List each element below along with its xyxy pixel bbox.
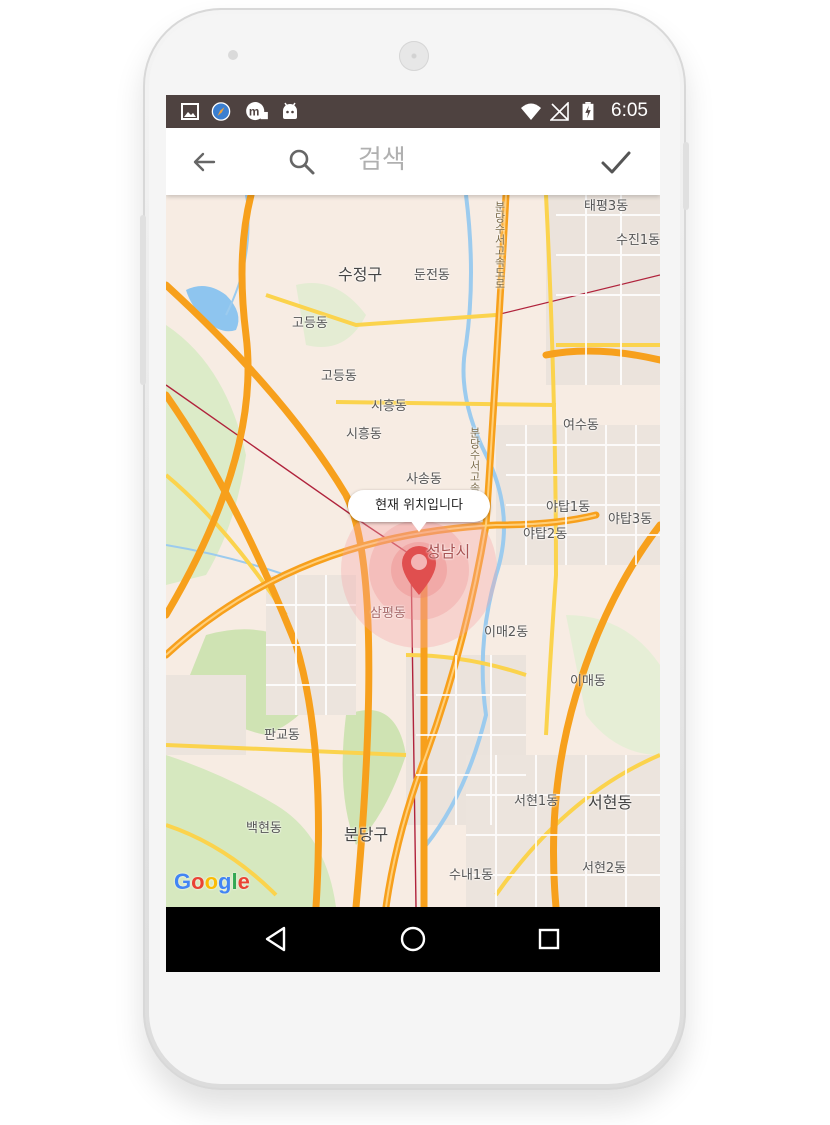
map-label: 시흥동: [346, 427, 382, 442]
map-label: 이매동: [570, 674, 606, 689]
map-label: 판교동: [264, 728, 300, 743]
back-triangle-icon[interactable]: [260, 923, 292, 955]
map-view[interactable]: 태평3동 수진1동 수정구 둔전동 고등동 고등동 시흥동 시흥동 여수동 사송…: [166, 195, 660, 907]
front-camera: [228, 50, 238, 60]
battery-charging-icon: [582, 102, 594, 121]
map-label: 이매2동: [484, 625, 529, 640]
road-label: 분당수서고속도로: [493, 201, 506, 289]
map-label: 여수동: [563, 418, 599, 433]
map-label: 고등동: [292, 316, 328, 331]
map-label: 삼평동: [370, 606, 406, 621]
map-label: 분당구: [344, 825, 389, 844]
map-label: 시흥동: [371, 399, 407, 414]
no-signal-icon: [550, 102, 569, 121]
recents-square-icon[interactable]: [533, 923, 565, 955]
home-circle-icon[interactable]: [397, 923, 429, 955]
compass-icon: [211, 102, 231, 121]
map-label: 야탑2동: [523, 527, 568, 542]
power-button: [140, 215, 146, 385]
system-nav-bar: [166, 907, 660, 972]
search-toolbar: [166, 128, 660, 195]
search-icon[interactable]: [286, 146, 318, 178]
screen: m 6:05 검색 태평3동 수진1동 수정구 둔전동 고등동 고등동 시흥동 …: [166, 95, 660, 972]
map-label: 야탑3동: [608, 512, 653, 527]
android-debug-icon: [283, 102, 297, 119]
map-label: 둔전동: [414, 268, 450, 283]
map-label: 수진1동: [616, 233, 660, 248]
wifi-icon: [521, 103, 541, 120]
status-bar: m 6:05: [166, 95, 660, 128]
map-label: 서현2동: [582, 861, 627, 876]
map-label: 수내1동: [449, 868, 494, 883]
google-logo: Google: [174, 869, 250, 894]
check-icon[interactable]: [598, 144, 634, 180]
map-label: 야탑1동: [546, 500, 591, 515]
volume-button: [683, 142, 689, 210]
map-label: 수정구: [338, 265, 383, 284]
map-label: 성남시: [426, 542, 471, 561]
map-label: 고등동: [321, 369, 357, 384]
map-label: 서현1동: [514, 794, 559, 809]
earpiece-speaker: [399, 41, 429, 71]
arrow-back-icon[interactable]: [188, 146, 220, 178]
search-input[interactable]: [358, 142, 578, 178]
current-location-callout[interactable]: 현재 위치입니다: [348, 490, 490, 532]
map-label: 사송동: [406, 472, 442, 487]
m-app-icon: m: [246, 102, 268, 121]
map-canvas: [166, 195, 660, 907]
status-time: 6:05: [611, 100, 648, 121]
image-icon: [181, 103, 199, 120]
map-label: 백현동: [246, 821, 282, 836]
map-label: 서현동: [588, 793, 633, 812]
map-label: 태평3동: [584, 199, 629, 214]
svg-text:m: m: [249, 106, 259, 119]
